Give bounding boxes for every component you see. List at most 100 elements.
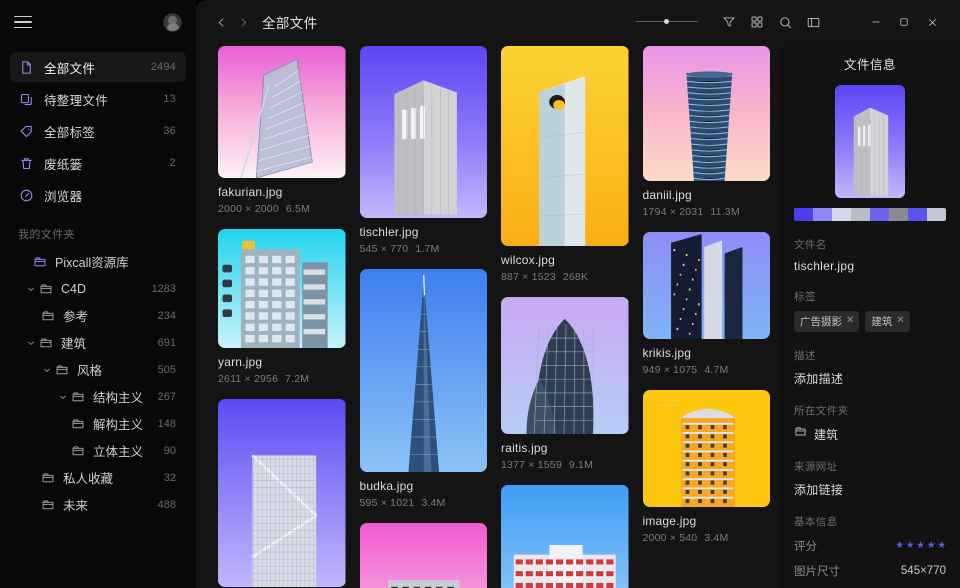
- file-thumbnail[interactable]: [218, 46, 346, 178]
- tree-item-structuralism[interactable]: 结构主义 267: [10, 383, 186, 410]
- user-avatar[interactable]: [163, 12, 182, 32]
- file-thumbnail[interactable]: [501, 485, 629, 588]
- file-meta: 1794 × 2031 11.3M: [643, 206, 771, 218]
- filename-value[interactable]: tischler.jpg: [794, 259, 946, 273]
- file-card[interactable]: krikis.jpg 949 × 1075 4.7M: [642, 232, 770, 376]
- tag-chip-list: 广告摄影 ✕ 建筑 ✕: [794, 311, 946, 332]
- tree-item-private-collection[interactable]: 私人收藏 32: [10, 464, 186, 491]
- close-button[interactable]: [918, 9, 946, 35]
- folder-icon: [38, 282, 54, 296]
- tree-count: 32: [163, 471, 176, 484]
- tag-chip[interactable]: 建筑 ✕: [865, 311, 910, 332]
- tree-item-c4d[interactable]: C4D 1283: [10, 275, 186, 302]
- star-icon[interactable]: ★: [895, 541, 904, 551]
- tree-item-architecture[interactable]: 建筑 691: [10, 329, 186, 356]
- chevron-down-icon[interactable]: [24, 338, 38, 348]
- filter-icon[interactable]: [716, 9, 742, 35]
- trash-icon: [18, 155, 35, 172]
- info-panel-title: 文件信息: [843, 58, 896, 72]
- tree-item-library[interactable]: Pixcall资源库: [10, 248, 186, 275]
- star-icon[interactable]: ★: [906, 541, 915, 551]
- chevron-left-icon[interactable]: [210, 11, 232, 33]
- copy-icon: [18, 91, 35, 108]
- tree-label: 建筑: [61, 337, 87, 351]
- panel-toggle-icon[interactable]: [800, 9, 826, 35]
- sidebar-item-browser[interactable]: 浏览器: [10, 180, 186, 210]
- image-size-value: 545×770: [900, 565, 946, 577]
- file-card[interactable]: yarn.jpg 2611 × 2956 7.2M: [218, 229, 346, 385]
- minimize-button[interactable]: [862, 9, 890, 35]
- search-icon[interactable]: [772, 9, 798, 35]
- sidebar-item-unsorted[interactable]: 待整理文件 13: [10, 84, 186, 114]
- remove-tag-icon[interactable]: ✕: [846, 316, 854, 326]
- tree-count: 267: [157, 390, 176, 403]
- file-card[interactable]: daniil.jpg 1794 × 2031 11.3M: [642, 46, 771, 218]
- file-meta: 1377 × 1559 9.1M: [501, 459, 629, 471]
- file-thumbnail[interactable]: [642, 46, 770, 181]
- tag-icon: [18, 123, 35, 140]
- tree-count: 691: [157, 336, 176, 349]
- tree-item-cubism[interactable]: 立体主义 90: [10, 437, 186, 464]
- star-icon[interactable]: ★: [937, 541, 946, 551]
- file-card[interactable]: [359, 523, 487, 588]
- sidebar-count: 2494: [150, 61, 176, 73]
- file-thumbnail[interactable]: [359, 46, 487, 218]
- folder-icon: [70, 390, 86, 404]
- chevron-right-icon[interactable]: [232, 11, 254, 33]
- rating-stars[interactable]: ★ ★ ★ ★ ★: [895, 541, 946, 551]
- sidebar-item-all-tags[interactable]: 全部标签 36: [10, 116, 186, 146]
- preview-thumbnail[interactable]: [835, 85, 905, 198]
- sidebar-count: 2: [169, 157, 176, 169]
- file-thumbnail[interactable]: [359, 269, 487, 472]
- maximize-button[interactable]: [890, 9, 918, 35]
- file-card[interactable]: budka.jpg 595 × 1021 3.4M: [359, 269, 488, 509]
- file-size: 1.7M: [415, 243, 440, 255]
- file-thumbnail[interactable]: [218, 229, 346, 348]
- tree-item-deconstructivism[interactable]: 解构主义 148: [10, 410, 186, 437]
- source-url-value[interactable]: 添加链接: [794, 481, 946, 498]
- file-card[interactable]: tischler.jpg 545 × 770 1.7M: [359, 46, 487, 255]
- file-thumbnail[interactable]: [642, 390, 770, 507]
- file-grid[interactable]: fakurian.jpg 2000 × 2000 6.5M yarn.jpg 2611…: [196, 44, 780, 588]
- tag-chip[interactable]: 广告摄影 ✕: [794, 311, 860, 332]
- sidebar-item-trash[interactable]: 废纸篓 2: [10, 148, 186, 178]
- slider-thumb[interactable]: [663, 18, 669, 24]
- color-swatch: [927, 208, 946, 221]
- sidebar-header: [0, 0, 196, 44]
- file-dimensions: 2000 × 540: [642, 532, 698, 544]
- file-thumbnail[interactable]: [359, 523, 487, 588]
- file-card[interactable]: wilcox.jpg 887 × 1523 268K: [501, 46, 629, 283]
- chevron-down-icon[interactable]: [40, 365, 54, 375]
- file-thumbnail[interactable]: [218, 399, 346, 587]
- chevron-down-icon[interactable]: [24, 284, 38, 294]
- file-thumbnail[interactable]: [501, 297, 629, 434]
- remove-tag-icon[interactable]: ✕: [896, 316, 904, 326]
- file-card[interactable]: fakurian.jpg 2000 × 2000 6.5M: [218, 46, 346, 215]
- file-card[interactable]: raitis.jpg 1377 × 1559 9.1M: [501, 297, 629, 471]
- star-icon[interactable]: ★: [927, 541, 936, 551]
- tree-item-style[interactable]: 风格 505: [10, 356, 186, 383]
- file-card[interactable]: image.jpg 2000 × 540 3.4M: [642, 390, 770, 544]
- description-label: 描述: [794, 350, 816, 362]
- tree-item-reference[interactable]: 参考 234: [10, 302, 186, 329]
- chevron-down-icon[interactable]: [56, 392, 70, 402]
- color-swatch: [870, 208, 889, 221]
- tree-item-future[interactable]: 未来 488: [10, 491, 186, 518]
- description-value[interactable]: 添加描述: [794, 370, 946, 387]
- grid-view-icon[interactable]: [744, 9, 770, 35]
- sidebar-item-all-files[interactable]: 全部文件 2494: [10, 52, 186, 82]
- file-card[interactable]: [218, 399, 346, 587]
- folder-tree: Pixcall资源库 C4D 1283 参考 234 建筑 691 风格 505…: [0, 248, 196, 518]
- file-thumbnail[interactable]: [501, 46, 629, 246]
- file-name: raitis.jpg: [501, 441, 548, 455]
- hamburger-icon[interactable]: [14, 15, 32, 29]
- zoom-slider[interactable]: [636, 15, 698, 29]
- image-size-label: 图片尺寸: [794, 566, 840, 578]
- folder-value[interactable]: 建筑: [794, 425, 946, 443]
- tree-label: 结构主义: [93, 391, 144, 405]
- star-icon[interactable]: ★: [916, 541, 925, 551]
- tree-count: 488: [157, 498, 176, 511]
- file-card[interactable]: [501, 485, 629, 588]
- file-thumbnail[interactable]: [642, 232, 770, 339]
- file-meta: 595 × 1021 3.4M: [360, 497, 488, 509]
